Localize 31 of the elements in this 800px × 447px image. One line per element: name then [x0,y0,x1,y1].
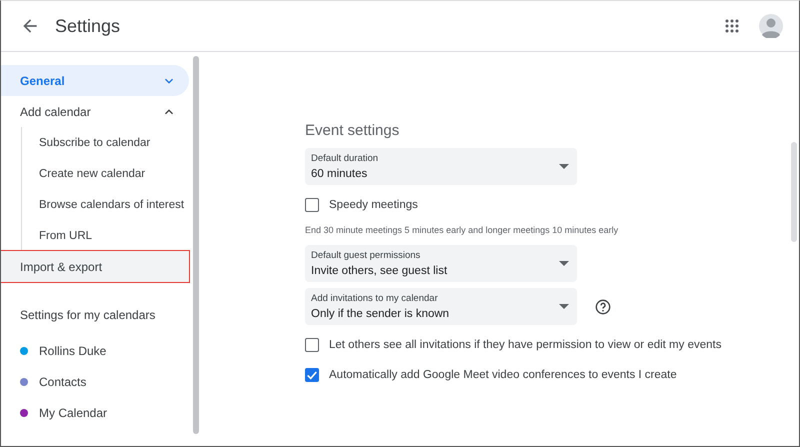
checkbox[interactable] [305,338,319,352]
sidebar-subitem[interactable]: Create new calendar [22,158,189,189]
checkbox-label: Automatically add Google Meet video conferences to events I create [329,369,677,381]
section-title: Event settings [305,122,400,139]
calendar-name[interactable]: My Calendar [39,406,108,420]
avatar-icon[interactable] [759,14,783,38]
dropdown-caret-icon [559,304,569,309]
sidebar-subitem[interactable]: Subscribe to calendar [22,127,189,158]
checkbox-label: Speedy meetings [329,199,418,211]
checkbox[interactable] [305,198,319,212]
dropdown-field[interactable]: Add invitations to my calendar Only if the sender is known [305,288,577,325]
scrollbar[interactable] [193,56,199,434]
apps-grid-icon[interactable] [725,19,739,33]
sidebar-subitem[interactable]: From URL [22,220,189,251]
dropdown-field[interactable]: Default guest permissions Invite others, see guest list [305,245,577,282]
calendar-name[interactable]: Contacts [39,374,86,388]
sidebar-item[interactable]: Import & export [1,251,189,282]
checkbox-label: Let others see all invitations if they have permission to view or edit my events [329,339,722,351]
checkbox[interactable] [305,368,319,382]
dropdown-caret-icon [559,261,569,266]
dropdown-caret-icon [559,164,569,169]
calendar-name[interactable]: Rollins Duke [39,344,106,358]
sidebar-subitem[interactable]: Browse calendars of interest [22,189,189,220]
sidebar-item[interactable]: General [1,65,189,96]
section-heading: Settings for my calendars [19,307,156,324]
dropdown-field[interactable]: Default duration 60 minutes [305,148,577,185]
sidebar-item[interactable]: Add calendar [1,96,189,127]
help-icon[interactable] [595,298,611,314]
scrollbar-thumb[interactable] [791,142,797,242]
page-title: Settings [55,16,120,36]
helper-text: End 30 minute meetings 5 minutes early and longer meetings 10 minutes early [305,225,618,235]
